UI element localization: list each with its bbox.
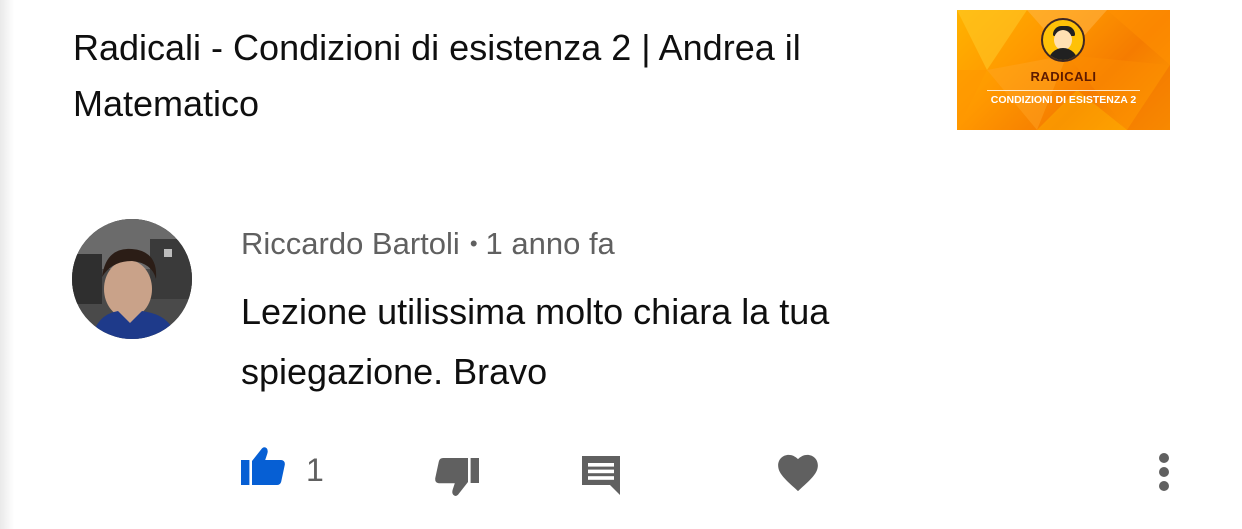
thumbs-up-icon[interactable] <box>240 446 288 486</box>
comment-author[interactable]: Riccardo Bartoli <box>241 226 460 261</box>
avatar-photo <box>72 219 192 339</box>
left-edge-shadow <box>0 0 14 529</box>
thumbs-down-icon[interactable] <box>432 456 480 500</box>
comment-header: Riccardo Bartoli • 1 anno fa <box>241 222 615 269</box>
like-count: 1 <box>306 452 324 488</box>
separator-dot: • <box>469 231 478 256</box>
thumbnail-title: RADICALI <box>1030 69 1097 84</box>
channel-logo <box>1041 18 1085 62</box>
heart-icon[interactable] <box>777 454 819 492</box>
comment-icon[interactable] <box>580 454 622 496</box>
comment-text: Lezione utilissima molto chiara la tua s… <box>241 291 830 392</box>
more-vertical-icon[interactable] <box>1156 452 1172 492</box>
avatar[interactable] <box>72 219 192 339</box>
thumbnail-subtitle: CONDIZIONI DI ESISTENZA 2 <box>990 94 1137 106</box>
comment-timestamp[interactable]: 1 anno fa <box>486 226 615 261</box>
thumbnail-divider <box>987 90 1140 91</box>
video-thumbnail[interactable]: RADICALI CONDIZIONI DI ESISTENZA 2 <box>957 10 1170 130</box>
video-title[interactable]: Radicali - Condizioni di esistenza 2 | A… <box>73 20 933 132</box>
